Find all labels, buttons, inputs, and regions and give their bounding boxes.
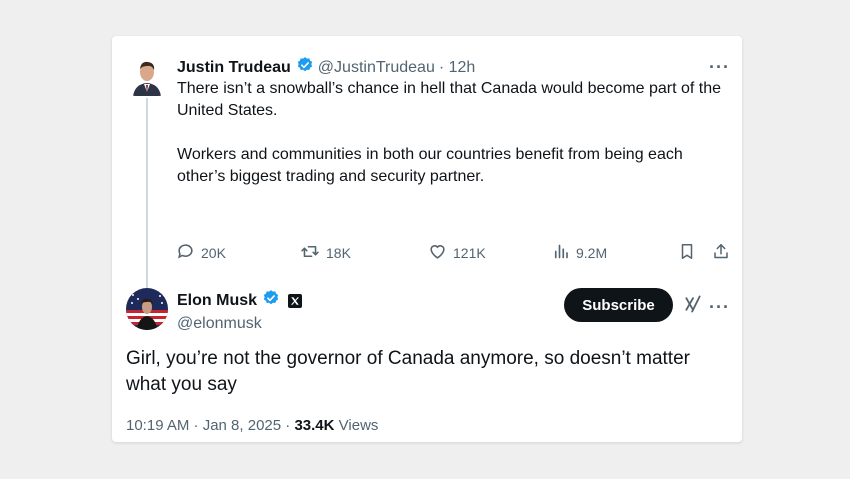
- like-button[interactable]: 121K: [428, 242, 486, 264]
- more-icon[interactable]: ···: [709, 298, 730, 316]
- share-icon: [712, 242, 736, 264]
- verified-badge-icon: [296, 56, 314, 79]
- author-handle[interactable]: @JustinTrudeau: [318, 59, 435, 77]
- tweet-timestamp[interactable]: 10:19 AM · Jan 8, 2025 ·: [126, 417, 290, 434]
- tweet-time[interactable]: · 12h: [439, 59, 475, 77]
- author-name[interactable]: Elon Musk: [177, 292, 257, 310]
- tweet-card: Justin Trudeau @JustinTrudeau · 12h ··· …: [112, 36, 742, 442]
- tweet2-body: Girl, you’re not the governor of Canada …: [126, 348, 690, 395]
- tweet1-header: Justin Trudeau @JustinTrudeau · 12h: [177, 56, 475, 79]
- like-count: 121K: [453, 245, 486, 261]
- tweet2-header: Elon Musk @elonmusk: [177, 289, 303, 333]
- tweet2-meta: 10:19 AM · Jan 8, 2025 · 33.4K Views: [126, 417, 378, 434]
- x-logo-icon: [288, 293, 303, 308]
- repost-button[interactable]: 18K: [300, 242, 351, 264]
- musk-avatar[interactable]: [126, 288, 168, 330]
- subscribe-button[interactable]: Subscribe: [564, 288, 673, 322]
- thread-line: [146, 98, 148, 310]
- views-count: 9.2M: [576, 245, 608, 261]
- like-icon: [428, 242, 453, 264]
- views-icon: [552, 242, 576, 264]
- reply-count: 20K: [201, 245, 226, 261]
- bookmark-button[interactable]: [678, 242, 702, 264]
- verified-badge-icon: [262, 289, 280, 312]
- views-button[interactable]: 9.2M: [552, 242, 607, 264]
- tweet1-body: There isn’t a snowball’s chance in hell …: [177, 78, 722, 188]
- more-icon[interactable]: ···: [709, 58, 730, 76]
- repost-count: 18K: [326, 245, 351, 261]
- tweet1-actions: 20K 18K 121K 9.2M: [176, 242, 732, 264]
- author-handle[interactable]: @elonmusk: [177, 315, 302, 333]
- bookmark-icon: [678, 242, 702, 264]
- tweet1-paragraph-1: There isn’t a snowball’s chance in hell …: [177, 80, 722, 119]
- grok-icon[interactable]: [683, 294, 703, 319]
- reply-button[interactable]: 20K: [176, 242, 226, 264]
- repost-icon: [300, 242, 326, 264]
- tweet1-paragraph-2: Workers and communities in both our coun…: [177, 146, 683, 185]
- share-button[interactable]: [712, 242, 736, 264]
- author-name[interactable]: Justin Trudeau: [177, 59, 291, 77]
- trudeau-avatar[interactable]: [131, 56, 163, 96]
- reply-icon: [176, 242, 201, 264]
- views-count: 33.4K: [294, 417, 335, 434]
- views-label: Views: [338, 417, 379, 434]
